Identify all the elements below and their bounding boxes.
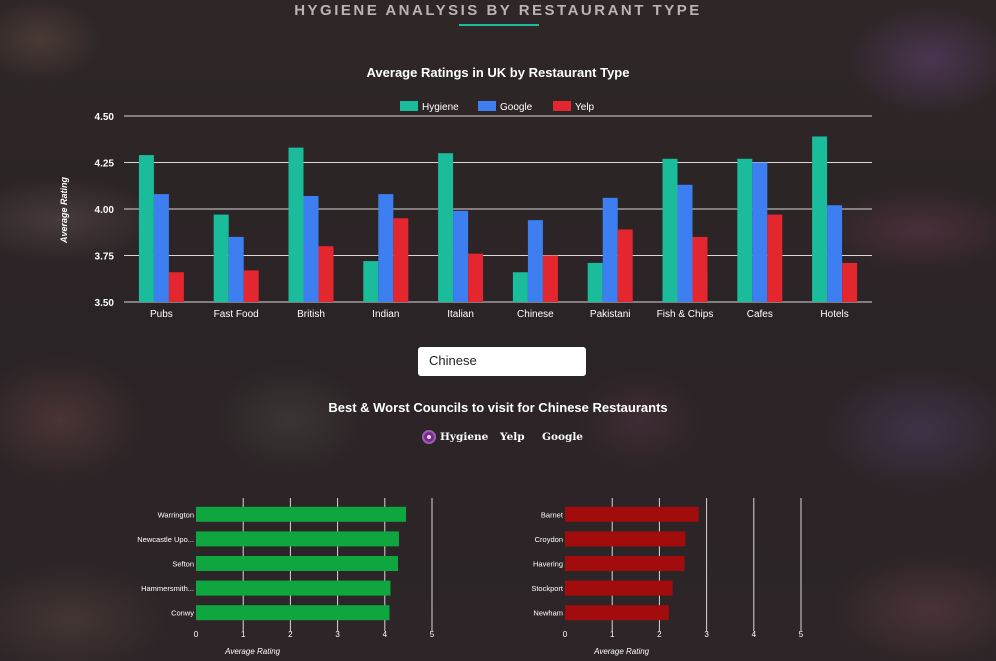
- y-tick-label: Barnet: [541, 510, 564, 519]
- bar-yelp: [468, 253, 484, 302]
- restaurant-type-select[interactable]: Chinese: [418, 347, 586, 376]
- bar-hygiene: [213, 214, 229, 302]
- bar-yelp: [617, 229, 633, 302]
- bar-hygiene: [812, 136, 828, 302]
- x-tick-label: 1: [610, 630, 615, 639]
- bar-hygiene: [363, 261, 379, 302]
- bar: [565, 556, 685, 571]
- bar-hygiene: [438, 153, 454, 302]
- bar-hygiene: [737, 158, 753, 302]
- bar: [565, 580, 673, 596]
- x-tick-label: 2: [288, 630, 293, 639]
- main-bar-chart: 3.50 3.75 4.00 4.25 4.50 Average Rating Pubs Fa…: [59, 101, 872, 320]
- bar: [565, 531, 686, 547]
- y-tick-label: 3.50: [95, 298, 115, 309]
- bar-yelp: [168, 272, 184, 302]
- x-tick-label: Italian: [447, 309, 474, 320]
- bar-hygiene: [288, 147, 304, 302]
- x-tick-label: 0: [563, 630, 568, 639]
- bar-yelp: [542, 255, 558, 302]
- bar: [196, 506, 407, 522]
- y-tick-label: 3.75: [95, 252, 115, 263]
- y-tick-label: 4.25: [95, 159, 115, 170]
- bar-google: [453, 210, 469, 302]
- councils-chart-title: Best & Worst Councils to visit for Chine…: [328, 400, 668, 415]
- x-tick-label: 3: [704, 630, 709, 639]
- y-tick-label: Hammersmith...: [141, 584, 194, 593]
- radio-google-label: Google: [542, 431, 583, 443]
- bar: [196, 580, 391, 596]
- bar: [196, 556, 399, 571]
- y-tick-label: Sefton: [172, 560, 194, 569]
- y-tick-label: 4.50: [95, 112, 115, 123]
- bar-yelp: [692, 236, 708, 302]
- legend-label-google: Google: [500, 102, 533, 113]
- bar: [196, 605, 390, 621]
- x-tick-label: 1: [241, 630, 246, 639]
- bar-hygiene: [662, 158, 678, 302]
- bar-google: [303, 195, 319, 302]
- legend-swatch-google: [478, 101, 496, 111]
- x-tick-label: Indian: [372, 309, 399, 320]
- y-tick-label: Stockport: [531, 584, 564, 593]
- bar-google: [602, 197, 618, 302]
- radio-hygiene-label: Hygiene: [440, 431, 489, 443]
- bar-yelp: [767, 214, 783, 302]
- bar-yelp: [318, 246, 334, 302]
- x-tick-label: Hotels: [820, 309, 848, 320]
- x-tick-label: 5: [799, 630, 804, 639]
- bar-google: [228, 236, 244, 302]
- radio-yelp-label: Yelp: [500, 431, 525, 443]
- x-tick-label: 0: [194, 630, 199, 639]
- legend-swatch-hygiene: [400, 101, 418, 111]
- x-tick-label: Fast Food: [214, 309, 259, 320]
- x-tick-label: Cafes: [747, 309, 773, 320]
- bar-hygiene: [512, 272, 528, 302]
- x-tick-label: 4: [383, 630, 388, 639]
- bar: [565, 605, 669, 621]
- x-tick-label: Chinese: [517, 309, 554, 320]
- bar-google: [153, 194, 169, 302]
- y-tick-label: Newham: [533, 609, 563, 618]
- y-tick-label: 4.00: [95, 205, 115, 216]
- y-axis-label: Average Rating: [59, 176, 69, 244]
- y-tick-label: Conwy: [171, 609, 194, 618]
- bar: [196, 531, 399, 547]
- bar-yelp: [243, 270, 259, 302]
- bar-google: [378, 194, 394, 302]
- bar-hygiene: [138, 155, 154, 302]
- x-tick-label: 3: [335, 630, 340, 639]
- radio-selected-icon: [422, 430, 436, 444]
- y-tick-label: Warrington: [158, 510, 194, 519]
- x-tick-label: Pubs: [150, 309, 173, 320]
- bar-google: [677, 184, 693, 302]
- bar-yelp: [842, 262, 858, 302]
- best-councils-chart: 0 1 2 3 4 5 Warrington Newcastle Upo... Sefton Ha…: [137, 498, 435, 656]
- x-axis-label: Average Rating: [224, 647, 281, 656]
- y-tick-label: Havering: [533, 560, 563, 569]
- x-tick-label: Pakistani: [590, 309, 631, 320]
- y-tick-label: Croydon: [535, 535, 563, 544]
- bar-hygiene: [587, 262, 603, 302]
- bar: [565, 506, 699, 522]
- x-tick-label: 5: [430, 630, 435, 639]
- legend-label-yelp: Yelp: [575, 102, 595, 113]
- bar-yelp: [393, 218, 409, 302]
- x-tick-label: 2: [657, 630, 662, 639]
- x-tick-label: Fish & Chips: [657, 309, 714, 320]
- x-tick-label: British: [297, 309, 325, 320]
- bar-google: [752, 162, 768, 302]
- worst-councils-chart: 0 1 2 3 4 5 Barnet Croydon Havering Stockport Newh…: [531, 498, 804, 656]
- x-tick-label: 4: [752, 630, 757, 639]
- legend-swatch-yelp: [553, 101, 571, 111]
- bar-google: [527, 220, 543, 302]
- bar-google: [827, 205, 843, 302]
- x-axis-label: Average Rating: [593, 647, 650, 656]
- y-tick-label: Newcastle Upo...: [137, 535, 194, 544]
- legend-label-hygiene: Hygiene: [422, 102, 459, 113]
